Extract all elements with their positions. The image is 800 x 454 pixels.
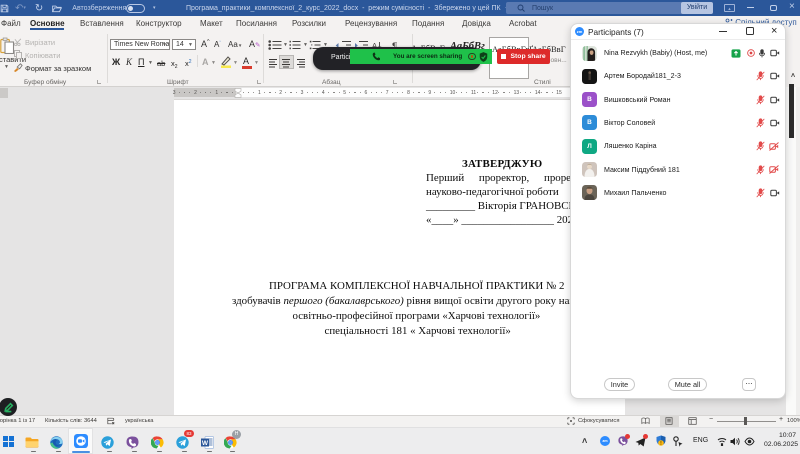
svg-text:W: W (202, 440, 209, 447)
